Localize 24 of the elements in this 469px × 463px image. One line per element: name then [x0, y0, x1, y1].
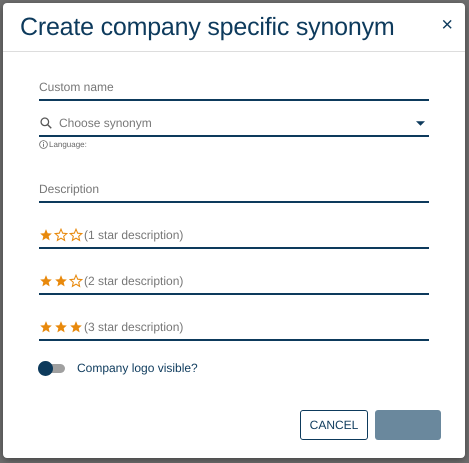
rating-description-field[interactable]: (1 star description)	[84, 228, 429, 242]
toggle-label: Company logo visible?	[77, 361, 198, 375]
star-outline-icon	[69, 274, 83, 288]
star-icon	[54, 320, 68, 334]
rating-description-field[interactable]: (3 star description)	[84, 320, 429, 334]
rating-description-field[interactable]: (2 star description)	[84, 274, 429, 288]
language-hint: Language:	[49, 140, 87, 149]
text-field[interactable]: Description	[39, 182, 429, 196]
star-outline-icon	[69, 228, 83, 242]
star-icon	[39, 320, 53, 334]
star-outline-icon	[54, 228, 68, 242]
dialog-title: Create company specific synonym	[20, 13, 395, 42]
star-icon	[54, 274, 68, 288]
star-icon	[69, 320, 83, 334]
star-icon	[39, 274, 53, 288]
text-field[interactable]: Custom name	[39, 80, 429, 94]
toggle-switch[interactable]	[39, 364, 65, 372]
dropdown-caret-icon	[416, 120, 425, 126]
info-icon	[39, 140, 48, 149]
synonym-select[interactable]: Choose synonym	[59, 116, 410, 130]
close-button[interactable]: ×	[441, 15, 453, 35]
cancel-button[interactable]: CANCEL	[300, 410, 368, 440]
search-icon	[39, 116, 53, 130]
star-icon	[39, 228, 53, 242]
